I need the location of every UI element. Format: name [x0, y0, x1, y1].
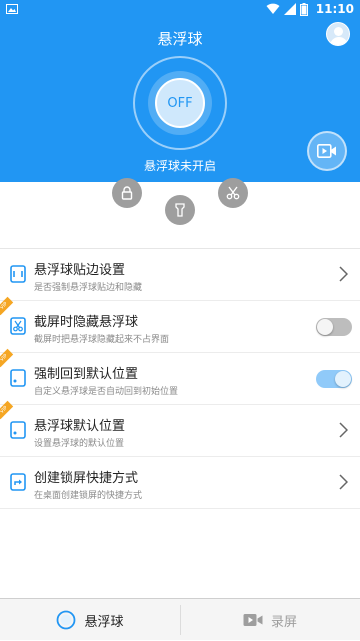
hide-on-screenshot-toggle[interactable] — [316, 318, 352, 336]
position-icon — [10, 369, 26, 387]
setting-desc: 是否强制悬浮球贴边和隐藏 — [34, 283, 143, 293]
tab-label: 悬浮球 — [84, 614, 124, 630]
setting-title: 悬浮球贴边设置 — [34, 263, 126, 278]
setting-row-hide-on-screenshot[interactable]: VIP 截屏时隐藏悬浮球 截屏时把悬浮球隐藏起来不占界面 — [0, 296, 360, 353]
setting-row-force-default-position[interactable]: VIP 强制回到默认位置 自定义悬浮球是否自动回到初始位置 — [0, 348, 360, 405]
video-camera-icon — [317, 144, 336, 158]
float-ball-toggle[interactable]: OFF — [155, 78, 205, 128]
signal-icon — [283, 3, 296, 15]
video-camera-icon — [243, 614, 263, 626]
setting-row-edge[interactable]: 悬浮球贴边设置 是否强制悬浮球贴边和隐藏 — [0, 249, 360, 301]
force-default-position-toggle[interactable] — [316, 370, 352, 388]
position-icon — [10, 421, 26, 439]
image-icon — [6, 4, 18, 14]
setting-row-default-position[interactable]: VIP 悬浮球默认位置 设置悬浮球的默认位置 — [0, 400, 360, 457]
bottom-tab-bar: 悬浮球 录屏 — [0, 598, 360, 640]
chevron-right-icon — [339, 422, 348, 438]
avatar-icon[interactable] — [326, 22, 350, 46]
header: 悬浮球 OFF 悬浮球未开启 — [0, 18, 360, 182]
float-ball-icon — [57, 610, 76, 630]
edge-icon — [10, 265, 26, 283]
setting-desc: 自定义悬浮球是否自动回到初始位置 — [34, 387, 179, 397]
flashlight-icon — [175, 203, 185, 217]
tab-screen-record[interactable]: 录屏 — [180, 599, 360, 641]
page-title: 悬浮球 — [157, 30, 203, 48]
flashlight-button[interactable] — [165, 195, 195, 225]
clock: 11:10 — [315, 2, 354, 16]
record-button[interactable] — [307, 131, 347, 171]
status-bar: 11:10 — [0, 0, 360, 18]
setting-desc: 在桌面创建锁屏的快捷方式 — [34, 491, 143, 501]
chevron-right-icon — [339, 266, 348, 282]
setting-desc: 设置悬浮球的默认位置 — [34, 439, 125, 449]
battery-icon — [299, 2, 308, 16]
setting-title: 强制回到默认位置 — [34, 367, 139, 382]
setting-title: 截屏时隐藏悬浮球 — [34, 315, 139, 330]
screenshot-icon — [10, 317, 26, 335]
lock-button[interactable] — [112, 178, 142, 208]
setting-row-lock-shortcut[interactable]: 创建锁屏快捷方式 在桌面创建锁屏的快捷方式 — [0, 457, 360, 509]
setting-title: 悬浮球默认位置 — [34, 419, 126, 434]
wifi-icon — [266, 3, 280, 14]
tab-float-ball[interactable]: 悬浮球 — [0, 599, 180, 641]
setting-desc: 截屏时把悬浮球隐藏起来不占界面 — [34, 335, 170, 345]
scissors-icon — [226, 186, 240, 200]
chevron-right-icon — [339, 474, 348, 490]
tab-label: 录屏 — [270, 614, 297, 630]
float-ball-status: 悬浮球未开启 — [143, 159, 216, 173]
float-ball-toggle-label: OFF — [167, 95, 193, 111]
screenshot-button[interactable] — [218, 178, 248, 208]
shortcut-icon — [10, 473, 26, 491]
setting-title: 创建锁屏快捷方式 — [34, 471, 139, 486]
lock-icon — [121, 186, 133, 200]
